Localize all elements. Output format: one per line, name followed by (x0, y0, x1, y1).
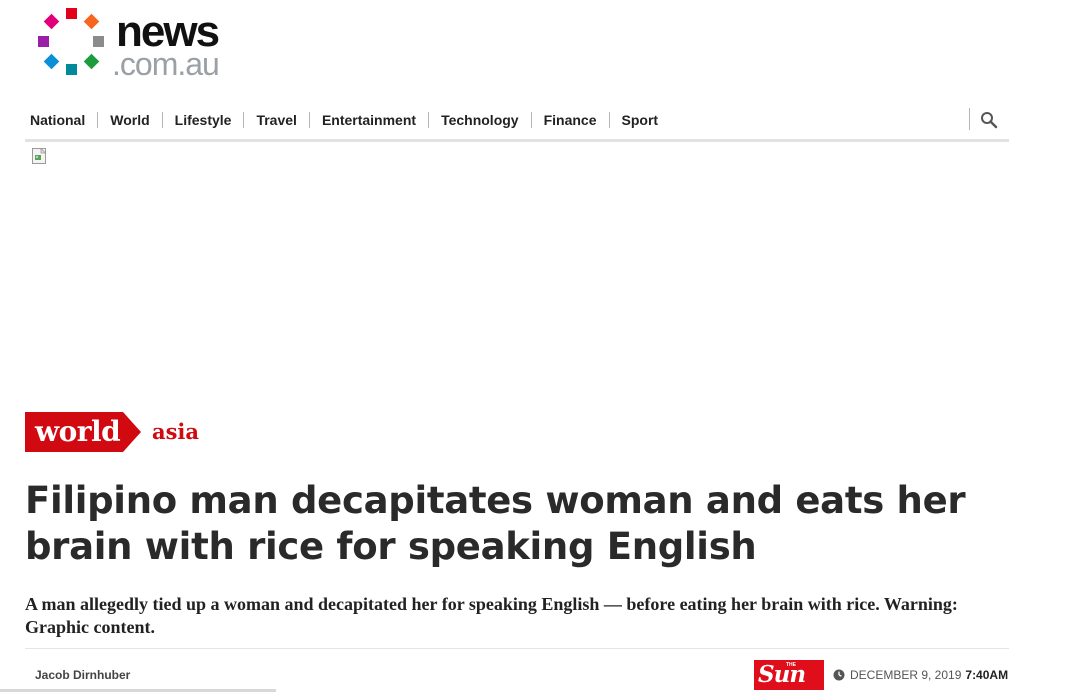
logo-dots-icon (36, 8, 106, 78)
logo-dot (93, 36, 104, 47)
nav-item-finance[interactable]: Finance (530, 112, 609, 128)
section-label: world (35, 415, 121, 448)
main-nav: National World Lifestyle Travel Entertai… (25, 100, 1009, 142)
logo-dot (43, 13, 60, 30)
nav-list: National World Lifestyle Travel Entertai… (25, 110, 670, 130)
source-logo-word: Sun (758, 661, 806, 688)
nav-item-entertainment[interactable]: Entertainment (308, 112, 428, 128)
logo-dot (66, 64, 77, 75)
nav-item-technology[interactable]: Technology (428, 112, 531, 128)
article-headline: Filipino man decapitates woman and eats … (25, 479, 966, 568)
search-button[interactable] (969, 108, 999, 130)
nav-item-national[interactable]: National (25, 112, 97, 128)
nav-item-world[interactable]: World (97, 112, 161, 128)
logo-domain: .com.au (112, 46, 220, 82)
logo-dot (83, 53, 100, 70)
search-icon (981, 112, 998, 129)
broken-image-icon (32, 147, 48, 164)
logo-dot (66, 8, 77, 19)
article-standfirst: A man allegedly tied up a woman and deca… (25, 594, 958, 637)
publish-time: 7:40AM (965, 668, 1009, 682)
logo-dot (38, 36, 49, 47)
logo-dot (83, 13, 100, 30)
source-logo-the-sun[interactable]: Sun THE (754, 660, 824, 690)
logo-dot (43, 53, 60, 70)
nav-item-sport[interactable]: Sport (608, 112, 671, 128)
publish-date: DECEMBER 9, 2019 (850, 668, 962, 682)
author-byline[interactable]: Jacob Dirnhuber (35, 668, 130, 682)
site-logo[interactable]: news .com.au (36, 8, 246, 82)
nav-item-lifestyle[interactable]: Lifestyle (161, 112, 244, 128)
divider (25, 648, 1009, 649)
publish-dateline: DECEMBER 9, 2019 7:40AM (833, 668, 1008, 682)
nav-item-travel[interactable]: Travel (243, 112, 308, 128)
source-logo-the: THE (786, 662, 796, 668)
subsection-link-asia[interactable]: asia (152, 418, 199, 446)
clock-icon (833, 669, 845, 681)
